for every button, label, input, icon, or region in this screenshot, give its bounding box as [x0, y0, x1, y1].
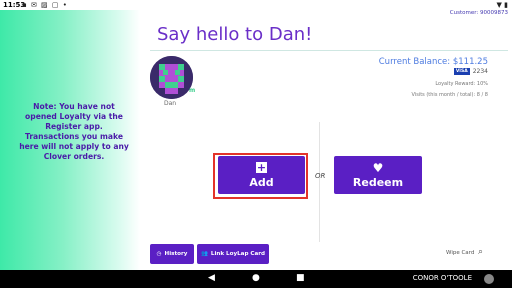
- back-icon[interactable]: ◀: [208, 273, 215, 283]
- status-icons: ▪ ✉ ▨ ▢ •: [22, 1, 68, 9]
- customer-id-label: Customer: 90009873: [449, 10, 508, 16]
- link-loylap-card-button[interactable]: 👥 Link LoyLap Card: [197, 244, 269, 264]
- wipe-card-search-icon[interactable]: ⌕: [478, 247, 483, 257]
- current-balance: Current Balance: $111.25: [378, 57, 488, 67]
- plus-icon: +: [256, 160, 267, 174]
- navigation-bar: ◀ ● ■ CONOR O'TOOLE: [0, 270, 512, 288]
- status-bar: 11:53 ▪ ✉ ▨ ▢ • ▼ ▮: [0, 0, 512, 10]
- user-name: CONOR O'TOOLE: [412, 274, 472, 282]
- or-label: OR: [315, 172, 326, 180]
- title-divider: [150, 50, 508, 51]
- clock-icon: ◷: [156, 251, 162, 257]
- loyalty-note: Note: You have not opened Loyalty via th…: [19, 102, 129, 161]
- vertical-divider: [319, 122, 320, 242]
- customer-name: Dan: [164, 100, 177, 107]
- card-info: VISA 2234: [453, 68, 488, 75]
- recent-apps-icon[interactable]: ■: [296, 273, 305, 283]
- redeem-button-label: Redeem: [352, 175, 404, 189]
- history-button-label: History: [164, 251, 188, 257]
- visa-card-icon: VISA: [453, 68, 470, 75]
- heart-icon: ♥: [372, 160, 384, 175]
- avatar-badge: m: [189, 87, 196, 94]
- redeem-button[interactable]: ♥ Redeem: [334, 156, 422, 194]
- wipe-card-label[interactable]: Wipe Card: [446, 250, 474, 256]
- home-icon[interactable]: ●: [252, 273, 260, 283]
- add-button[interactable]: + Add: [218, 156, 305, 194]
- pixel-avatar-icon: [150, 56, 193, 99]
- page-title: Say hello to Dan!: [157, 24, 313, 45]
- add-button-label: Add: [249, 175, 274, 189]
- link-card-button-label: Link LoyLap Card: [210, 251, 266, 257]
- history-button[interactable]: ◷ History: [150, 244, 194, 264]
- wifi-battery-icon: ▼ ▮: [496, 1, 508, 9]
- people-icon: 👥: [200, 251, 208, 257]
- avatar: [150, 56, 193, 99]
- visits-count: Visits (this month / total): 8 / 8: [411, 92, 489, 98]
- card-digits: 2234: [472, 68, 488, 75]
- user-avatar-icon[interactable]: [484, 274, 494, 284]
- loyalty-reward: Loyalty Reward: 10%: [435, 81, 488, 87]
